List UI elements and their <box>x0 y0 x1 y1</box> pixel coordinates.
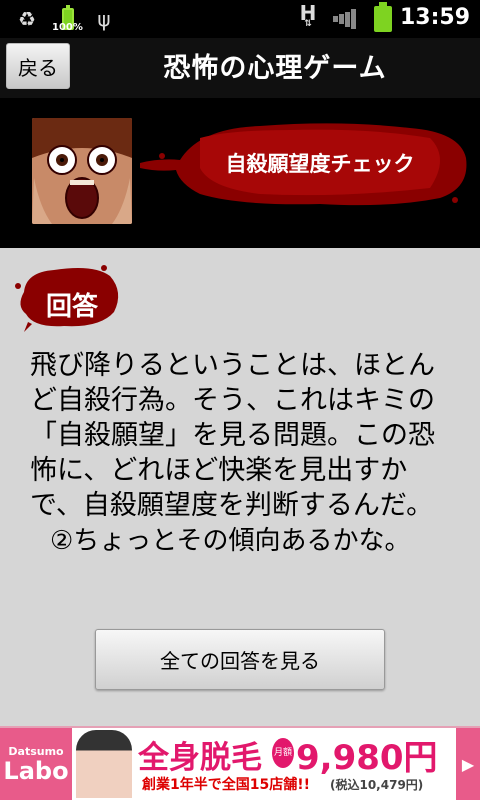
page-title: 恐怖の心理ゲーム <box>163 53 387 84</box>
section-title: 自殺願望度チェック <box>225 152 415 176</box>
ad-model-image <box>76 730 132 798</box>
answer-label: 回答 <box>46 292 99 322</box>
view-all-answers-button[interactable]: 全ての回答を見る <box>95 629 385 690</box>
advertisement-banner[interactable]: Datsumo Labo 全身脱毛 月額 9,980円 創業1年半で全国15店舗… <box>0 726 480 800</box>
battery-percent: 100% <box>52 22 83 33</box>
chevron-right-icon[interactable]: ▶ <box>456 728 480 800</box>
section-header: 自殺願望度チェック <box>140 118 470 208</box>
network-type-icon: H ⇅ <box>299 1 317 29</box>
usb-icon: ψ <box>97 7 111 31</box>
ad-tax-note: (税込10,479円) <box>330 778 424 792</box>
answer-text: 飛び降りるということは、ほとんど自殺行為。そう、これはキミの「自殺願望」を見る問… <box>30 350 435 521</box>
ad-headline: 全身脱毛 <box>138 740 262 776</box>
network-type-label: H <box>299 1 317 25</box>
clock: 13:59 <box>399 5 470 30</box>
ad-price: 9,980円 <box>296 738 438 778</box>
ad-logo-line1: Datsumo <box>8 744 64 758</box>
back-button[interactable]: 戻る <box>6 43 70 89</box>
header-banner: 自殺願望度チェック <box>0 98 480 248</box>
battery-icon <box>372 2 394 32</box>
title-bar: 戻る 恐怖の心理ゲーム <box>0 38 480 98</box>
signal-strength-icon <box>330 6 360 32</box>
ad-logo-line2: Labo <box>3 756 69 785</box>
answer-tag: 回答 <box>14 262 124 332</box>
status-bar: ♻ 100% ψ H ⇅ 13:59 <box>0 0 480 38</box>
horror-face-image <box>32 118 132 224</box>
ad-subline: 創業1年半で全国15店舗!! <box>142 777 310 793</box>
ad-badge: 月額 <box>272 738 294 768</box>
recycle-icon: ♻ <box>18 7 36 31</box>
ad-logo: Datsumo Labo <box>0 728 72 800</box>
answer-choice: ②ちょっとその傾向あるかな。 <box>50 526 411 556</box>
